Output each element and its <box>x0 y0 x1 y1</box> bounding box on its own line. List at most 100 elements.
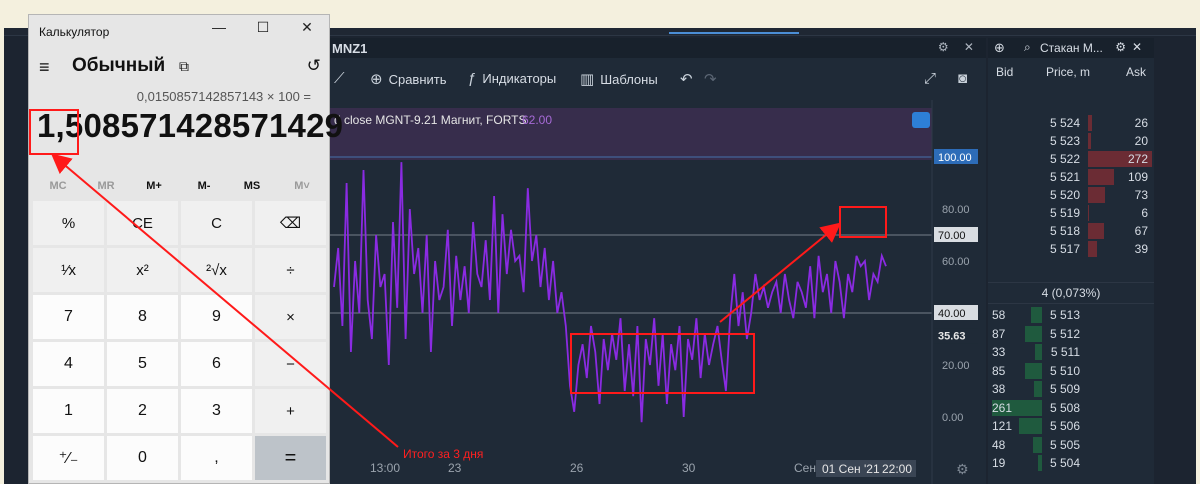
ask-row[interactable]: 5 517 39 <box>988 240 1154 258</box>
equals-key[interactable]: = <box>255 436 326 480</box>
bid-row[interactable]: 33 5 511 <box>988 343 1154 361</box>
bid-row[interactable]: 58 5 513 <box>988 306 1154 324</box>
ask-row[interactable]: 5 518 67 <box>988 222 1154 240</box>
active-tab-indicator[interactable] <box>669 32 799 34</box>
indicators-button[interactable]: ƒ Индикаторы <box>468 70 556 87</box>
bid-row[interactable]: 38 5 509 <box>988 380 1154 398</box>
current-value-label: 35.63 <box>938 330 966 342</box>
ask-row[interactable]: 5 522 272 <box>988 150 1154 168</box>
bid-volume: 58 <box>992 308 1006 322</box>
ask-volume: 26 <box>1134 116 1148 130</box>
square-key[interactable]: x² <box>107 248 178 292</box>
y-tick-label: 60.00 <box>942 256 970 268</box>
keep-on-top-icon[interactable]: ⧉ <box>179 58 189 75</box>
bid-row[interactable]: 19 5 504 <box>988 454 1154 472</box>
bid-volume-bar <box>1025 362 1042 379</box>
close-button[interactable]: ✕ <box>287 19 327 36</box>
reciprocal-key[interactable]: ¹⁄x <box>33 248 104 292</box>
digit-9-key[interactable]: 9 <box>181 295 252 339</box>
chart-type-button[interactable]: ⟋ <box>334 70 345 87</box>
ask-volume: 109 <box>1127 170 1148 184</box>
bid-row[interactable]: 261 5 508 <box>988 399 1154 417</box>
order-book-header-icons[interactable]: ⚙✕ <box>1115 40 1148 54</box>
redo-button[interactable]: ↷ <box>704 70 717 88</box>
backspace-key[interactable]: ⌫ <box>255 201 326 245</box>
screenshot-button[interactable]: ◙ <box>958 70 967 87</box>
memory-4-button[interactable]: MS <box>227 180 277 192</box>
clear-key[interactable]: C <box>181 201 252 245</box>
digit-0-key[interactable]: 0 <box>107 436 178 480</box>
undo-icon: ↶ <box>680 71 693 88</box>
templates-label: Шаблоны <box>600 71 658 87</box>
compare-button[interactable]: ⊕ Сравнить <box>370 70 447 88</box>
digit-2-key[interactable]: 2 <box>107 389 178 433</box>
bid-row[interactable]: 87 5 512 <box>988 325 1154 343</box>
memory-3-button[interactable]: M- <box>179 180 229 192</box>
ask-volume: 39 <box>1134 242 1148 256</box>
bid-row[interactable]: 121 5 506 <box>988 417 1154 435</box>
bid-price: 5 506 <box>1049 419 1080 433</box>
plot-settings-icon: ⚙ <box>956 462 969 478</box>
indicator-label: d close MGNT-9.21 Магнит, FORTS <box>334 113 527 127</box>
sqrt-key[interactable]: ²√x <box>181 248 252 292</box>
ask-row[interactable]: 5 521 109 <box>988 168 1154 186</box>
bid-column-header[interactable]: Bid <box>996 65 1013 79</box>
digit-6-key[interactable]: 6 <box>181 342 252 386</box>
chart-header-icons[interactable]: ⚙ ✕ <box>938 40 980 54</box>
oscillator-plot[interactable]: d close MGNT-9.21 Магнит, FORTS62.00 100.… <box>326 100 986 484</box>
multiply-key[interactable]: × <box>255 295 326 339</box>
ask-column-header[interactable]: Ask <box>1126 65 1146 79</box>
maximize-button[interactable]: ☐ <box>243 19 283 36</box>
redo-icon: ↷ <box>704 71 717 88</box>
bid-volume: 48 <box>992 437 1006 452</box>
digit-8-key[interactable]: 8 <box>107 295 178 339</box>
y-tick-label: 0.00 <box>942 412 963 424</box>
minimize-button[interactable]: — <box>199 19 239 35</box>
plus-key[interactable]: + <box>255 389 326 433</box>
negate-key[interactable]: ⁺⁄₋ <box>33 436 104 480</box>
ask-row[interactable]: 5 523 20 <box>988 132 1154 150</box>
indicators-label: Индикаторы <box>482 71 557 86</box>
bid-row[interactable]: 85 5 510 <box>988 362 1154 380</box>
ask-price: 5 519 <box>1049 206 1080 220</box>
clear-entry-key[interactable]: CE <box>107 201 178 245</box>
ask-row[interactable]: 5 519 6 <box>988 204 1154 222</box>
memory-1-button[interactable]: MR <box>81 180 131 192</box>
memory-0-button[interactable]: MC <box>33 180 83 192</box>
function-icon: ƒ <box>468 70 477 87</box>
memory-5-button[interactable]: M˅ <box>277 180 327 192</box>
digit-3-key[interactable]: 3 <box>181 389 252 433</box>
digit-7-key[interactable]: 7 <box>33 295 104 339</box>
chart-symbol[interactable]: MNZ1 <box>332 41 367 56</box>
percent-key[interactable]: % <box>33 201 104 245</box>
digit-4-key[interactable]: 4 <box>33 342 104 386</box>
order-book-panel: ⊕ ⌕ Стакан M... ⚙✕ Bid Price, m Ask 5 52… <box>988 38 1154 484</box>
y-tick-label: 20.00 <box>942 360 970 372</box>
decimal-key[interactable]: , <box>181 436 252 480</box>
mode-title: Обычный <box>72 55 166 76</box>
divide-key[interactable]: ÷ <box>255 248 326 292</box>
undo-button[interactable]: ↶ <box>680 70 693 88</box>
menu-icon[interactable]: ≡ <box>39 57 50 78</box>
price-column-header[interactable]: Price, m <box>1046 65 1090 79</box>
digit-1-key[interactable]: 1 <box>33 389 104 433</box>
minus-key[interactable]: − <box>255 342 326 386</box>
ask-row[interactable]: 5 520 73 <box>988 186 1154 204</box>
bid-price: 5 504 <box>1049 456 1080 470</box>
bid-price: 5 508 <box>1049 400 1080 415</box>
memory-2-button[interactable]: M+ <box>129 180 179 192</box>
ask-volume: 6 <box>1141 206 1148 220</box>
templates-button[interactable]: ▥ Шаблоны <box>580 70 658 88</box>
crosshair-date: 01 Сен '21 <box>822 462 880 476</box>
add-icon[interactable]: ⊕ <box>994 40 1005 56</box>
search-icon[interactable]: ⌕ <box>1024 40 1031 55</box>
history-icon[interactable]: ↺ <box>307 56 321 76</box>
oscillator-line <box>333 162 887 423</box>
fullscreen-button[interactable]: ⤢ <box>924 70 936 87</box>
ask-price: 5 524 <box>1049 116 1080 130</box>
bid-volume-bar <box>1031 307 1042 323</box>
x-tick-label: 26 <box>570 461 584 475</box>
ask-row[interactable]: 5 524 26 <box>988 114 1154 132</box>
digit-5-key[interactable]: 5 <box>107 342 178 386</box>
bid-row[interactable]: 48 5 505 <box>988 436 1154 454</box>
